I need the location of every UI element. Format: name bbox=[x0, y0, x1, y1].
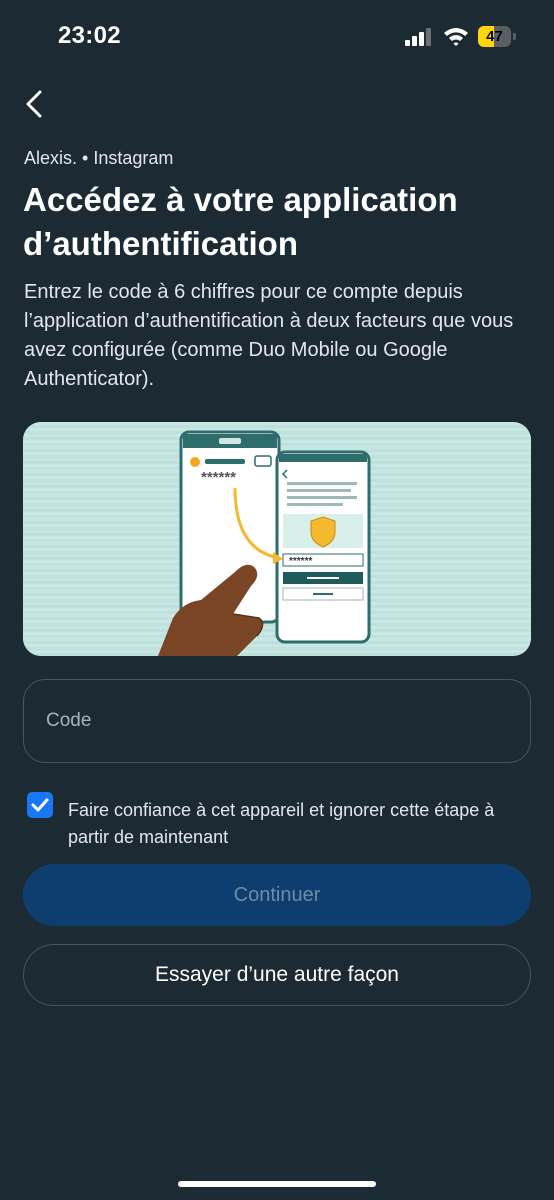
authentication-illustration: ****** ****** bbox=[23, 422, 531, 656]
status-bar: 23:02 47 bbox=[0, 0, 554, 76]
phone-right: ****** bbox=[275, 450, 371, 644]
back-button[interactable] bbox=[20, 86, 52, 122]
chevron-left-icon bbox=[26, 90, 42, 118]
checkmark-icon bbox=[31, 798, 49, 812]
battery-icon: 47 bbox=[478, 26, 516, 47]
home-indicator[interactable] bbox=[178, 1181, 376, 1187]
trust-device-label: Faire confiance à cet appareil et ignore… bbox=[68, 800, 495, 847]
try-another-way-button[interactable]: Essayer d’une autre façon bbox=[23, 944, 531, 1006]
signal-icon bbox=[405, 28, 433, 46]
page-title: Accédez à votre application d’authentifi… bbox=[23, 181, 458, 262]
wifi-icon bbox=[442, 24, 470, 48]
status-time: 23:02 bbox=[58, 22, 121, 49]
masked-code-left: ****** bbox=[201, 469, 236, 486]
description-text: Entrez le code à 6 chiffres pour ce comp… bbox=[24, 281, 514, 390]
code-input[interactable] bbox=[23, 679, 531, 763]
continue-button[interactable]: Continuer bbox=[23, 864, 531, 926]
masked-code-right: ****** bbox=[289, 556, 312, 567]
account-label: Alexis. • Instagram bbox=[24, 148, 174, 168]
trust-device-checkbox[interactable] bbox=[27, 792, 53, 818]
battery-level: 47 bbox=[486, 28, 503, 45]
